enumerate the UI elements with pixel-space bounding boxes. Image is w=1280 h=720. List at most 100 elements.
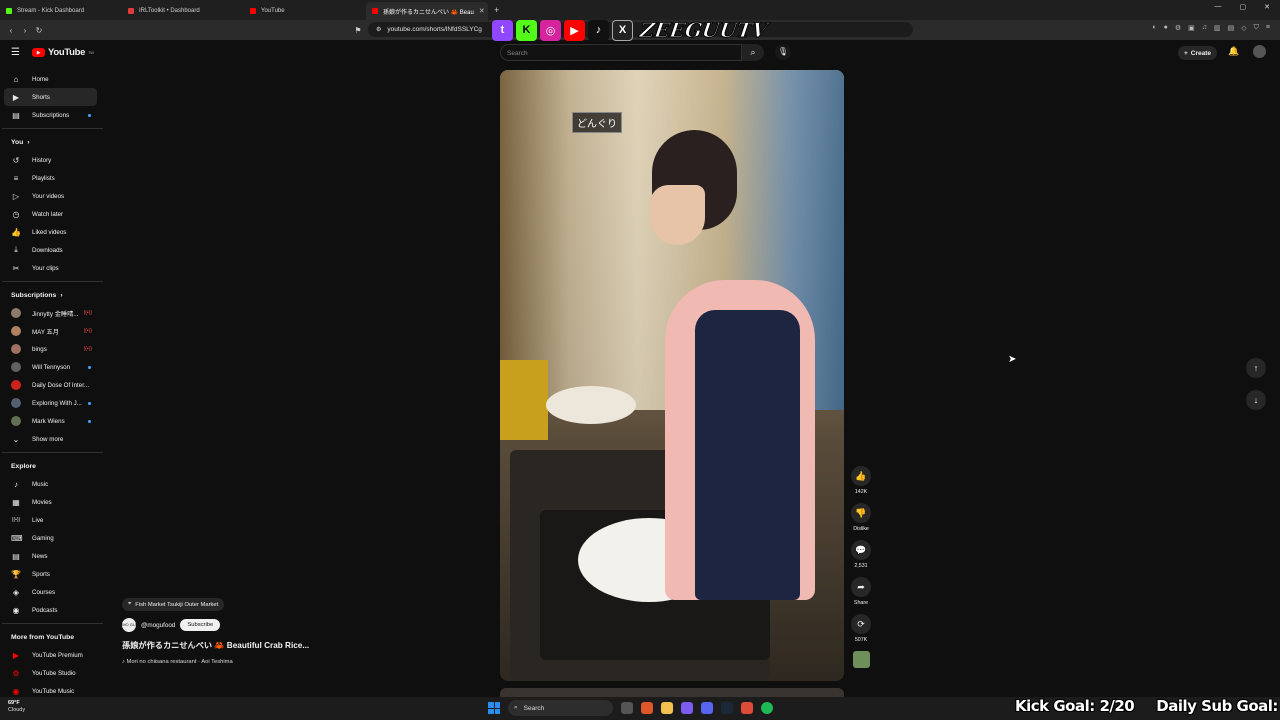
sidebar-item-history[interactable]: ↺ History xyxy=(0,151,105,169)
create-button[interactable]: + Create xyxy=(1178,46,1218,60)
extension-icon[interactable]: ◇ xyxy=(1241,24,1246,32)
task-view-icon[interactable] xyxy=(621,702,633,714)
youtube-logo[interactable]: ▶ YouTube TW xyxy=(32,47,94,58)
extension-icon[interactable]: ▣ xyxy=(1188,24,1195,32)
minimize-button[interactable]: — xyxy=(1215,3,1222,11)
hamburger-menu-icon[interactable]: ☰ xyxy=(11,47,20,58)
extension-icon[interactable]: ⚙ xyxy=(1175,24,1181,32)
sidebar-item-downloads[interactable]: ⤓ Downloads xyxy=(0,241,105,259)
spotify-icon[interactable] xyxy=(761,702,773,714)
back-arrow-icon[interactable]: ‹ xyxy=(4,26,18,35)
browser-tab-kick[interactable]: Stream - Kick Dashboard xyxy=(0,2,122,20)
sidebar-section-you[interactable]: You › xyxy=(0,133,105,151)
new-tab-button[interactable]: + xyxy=(494,5,499,15)
sidebar-sub-jinnytty[interactable]: Jinnytty 金睡晴... ((•)) xyxy=(0,304,105,322)
brave-browser-icon[interactable] xyxy=(641,702,653,714)
sidebar-item-your-clips[interactable]: ✂ Your clips xyxy=(0,259,105,277)
search-input[interactable]: Search xyxy=(500,44,742,61)
comments-button[interactable]: 💬 xyxy=(851,540,871,560)
subscribe-button[interactable]: Subscribe xyxy=(180,619,221,631)
youtube-logo-icon: ▶ xyxy=(564,19,585,41)
previous-short-button[interactable]: ↑ xyxy=(1246,358,1266,378)
sidebar-sub-may[interactable]: MAY 五月 ((•)) xyxy=(0,322,105,340)
sidebar-item-subscriptions[interactable]: ▤ Subscriptions xyxy=(0,106,105,124)
file-explorer-icon[interactable] xyxy=(661,702,673,714)
extension-icon[interactable]: ● xyxy=(1164,24,1168,32)
short-metadata: ⌖ Fish Market Tsukiji Outer Market MO GU … xyxy=(122,598,452,665)
close-window-button[interactable]: ✕ xyxy=(1264,3,1270,11)
music-credit[interactable]: ♪ Mori no chiisana restaurant · Aoi Tesh… xyxy=(122,659,452,665)
sidebar-sub-daily-dose[interactable]: Daily Dose Of Inter... xyxy=(0,376,105,394)
weather-widget[interactable]: 69°F Cloudy xyxy=(8,700,25,714)
like-button[interactable]: 👍 xyxy=(851,466,871,486)
sidebar-item-youtube-studio[interactable]: ⚙ YouTube Studio xyxy=(0,664,105,682)
voice-search-button[interactable]: 🎙 xyxy=(775,44,791,60)
sidebar-sub-mark-wiens[interactable]: Mark Wiens xyxy=(0,412,105,430)
sidebar-item-movies[interactable]: ▦ Movies xyxy=(0,493,105,511)
extension-icon[interactable]: ◐ xyxy=(1152,24,1156,32)
search-button[interactable]: ⌕ xyxy=(742,44,764,61)
sidebar-item-your-videos[interactable]: ▷ Your videos xyxy=(0,187,105,205)
channel-name[interactable]: @mogufood xyxy=(141,622,175,629)
menu-icon[interactable]: ≡ xyxy=(1266,24,1270,32)
short-video-player[interactable]: どんぐり xyxy=(500,70,844,681)
sidebar-item-courses[interactable]: ◈ Courses xyxy=(0,583,105,601)
sidebar-sub-bings[interactable]: bings ((•)) xyxy=(0,340,105,358)
sidebar-item-sports[interactable]: 🏆 Sports xyxy=(0,565,105,583)
app-icon[interactable] xyxy=(681,702,693,714)
wallet-icon[interactable]: ▤ xyxy=(1228,24,1235,32)
extension-icons: ◐ ● ⚙ ▣ ♫ ▥ ▤ ◇ ⛉ ≡ xyxy=(1152,24,1270,32)
taskbar-search[interactable]: ⌕ Search xyxy=(508,700,613,716)
account-avatar[interactable] xyxy=(1253,45,1266,58)
browser-tab-youtube[interactable]: YouTube xyxy=(244,2,366,20)
chrome-icon[interactable] xyxy=(741,702,753,714)
sidebar-item-live[interactable]: ((•)) Live xyxy=(0,511,105,529)
share-button[interactable]: ➦ xyxy=(851,577,871,597)
sidebar-item-playlists[interactable]: ≡ Playlists xyxy=(0,169,105,187)
reload-icon[interactable]: ↻ xyxy=(32,26,46,35)
site-info-icon[interactable]: ⚙ xyxy=(376,26,381,33)
share-action: ➦ Share xyxy=(848,577,874,606)
sidebar-item-home[interactable]: ⌂ Home xyxy=(0,70,105,88)
sidebar-icon[interactable]: ▥ xyxy=(1214,24,1221,32)
sidebar-item-news[interactable]: ▤ News xyxy=(0,547,105,565)
browser-tab-irltoolkit[interactable]: IRLToolkit • Dashboard xyxy=(122,2,244,20)
live-indicator-icon: ((•)) xyxy=(83,310,92,316)
forward-arrow-icon[interactable]: › xyxy=(18,26,32,35)
comment-count: 2,531 xyxy=(854,563,868,569)
sidebar-item-youtube-premium[interactable]: ▶ YouTube Premium xyxy=(0,646,105,664)
location-chip[interactable]: ⌖ Fish Market Tsukiji Outer Market xyxy=(122,598,225,611)
music-icon[interactable]: ♫ xyxy=(1202,24,1207,32)
short-title[interactable]: 孫娘が作るカニせんべい 🦀 Beautiful Crab Rice... xyxy=(122,639,452,651)
channel-avatar[interactable]: MO GU xyxy=(122,618,136,632)
dislike-label: Dislike xyxy=(853,526,869,532)
notifications-bell-icon[interactable]: 🔔 xyxy=(1228,46,1239,57)
sound-thumbnail[interactable] xyxy=(852,651,870,668)
sidebar-section-subscriptions[interactable]: Subscriptions › xyxy=(0,286,105,304)
sidebar-item-shorts[interactable]: ▶ Shorts xyxy=(4,88,97,106)
youtube-favicon-icon xyxy=(250,8,256,14)
sidebar-sub-exploring-with-j[interactable]: Exploring With J... xyxy=(0,394,105,412)
windows-start-icon[interactable] xyxy=(488,702,500,714)
dislike-button[interactable]: 👎 xyxy=(851,503,871,523)
browser-tab-bar: Stream - Kick Dashboard IRLToolkit • Das… xyxy=(0,0,1280,20)
sidebar-show-more[interactable]: ⌄ Show more xyxy=(0,430,105,448)
discord-icon[interactable] xyxy=(701,702,713,714)
sidebar-item-gaming[interactable]: ⌨ Gaming xyxy=(0,529,105,547)
sidebar-sub-will-tennyson[interactable]: Will Tennyson xyxy=(0,358,105,376)
sidebar: ⌂ Home ▶ Shorts ▤ Subscriptions You › ↺ Histo… xyxy=(0,70,105,700)
sidebar-item-liked-videos[interactable]: 👍 Liked videos xyxy=(0,223,105,241)
next-short-button[interactable]: ↓ xyxy=(1246,390,1266,410)
sidebar-item-music[interactable]: ♪ Music xyxy=(0,475,105,493)
tab-close-icon[interactable]: ✕ xyxy=(479,7,485,15)
bookmark-icon[interactable]: ⚑ xyxy=(351,26,365,35)
browser-tab-active-short[interactable]: 孫娘が作るカニせんべい 🦀 Beau ✕ xyxy=(366,2,488,20)
steam-icon[interactable] xyxy=(721,702,733,714)
sidebar-item-podcasts[interactable]: ◉ Podcasts xyxy=(0,601,105,619)
new-content-dot xyxy=(88,419,91,423)
remix-button[interactable]: ⟳ xyxy=(851,614,871,634)
shield-icon[interactable]: ⛉ xyxy=(1254,24,1259,32)
sidebar-item-watch-later[interactable]: ◷ Watch later xyxy=(0,205,105,223)
maximize-button[interactable]: ▢ xyxy=(1240,3,1247,11)
channel-avatar xyxy=(11,326,21,336)
